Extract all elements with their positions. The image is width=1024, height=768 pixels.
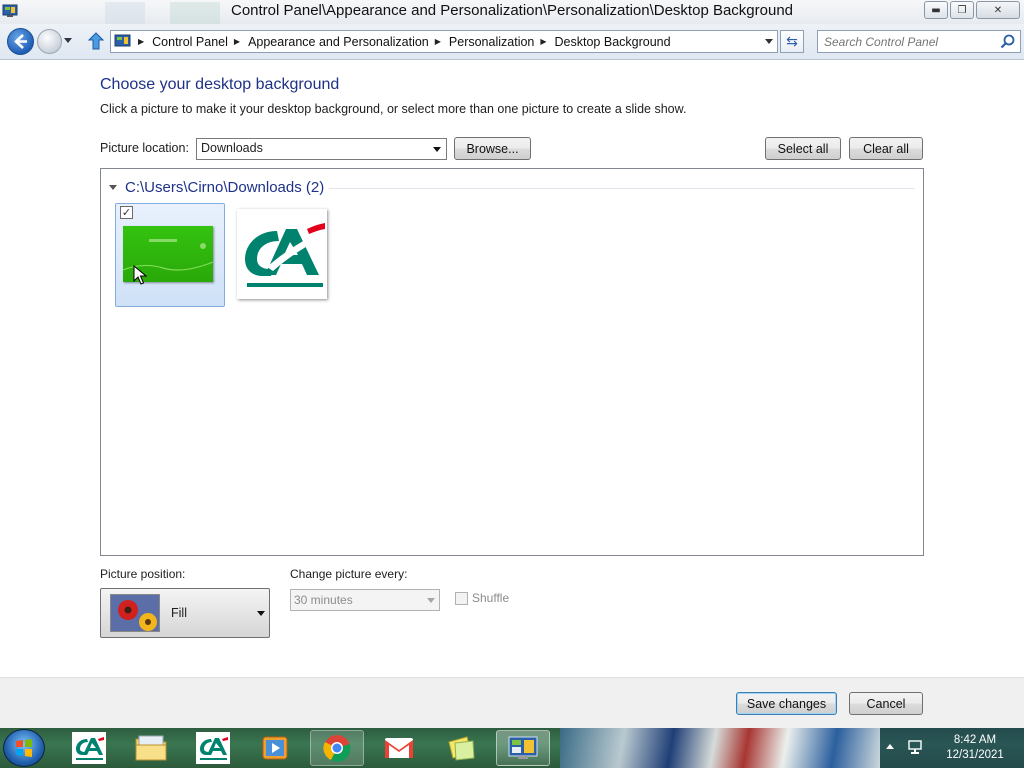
- picture-gallery[interactable]: C:\Users\Cirno\Downloads (2) ✓: [100, 168, 924, 556]
- title-bar: Control Panel\Appearance and Personaliza…: [0, 0, 1024, 24]
- network-icon[interactable]: [907, 739, 923, 755]
- credit-agricole-icon: [72, 732, 106, 764]
- address-bar[interactable]: ▶ Control Panel ▶ Appearance and Personal…: [110, 30, 778, 53]
- up-arrow-icon[interactable]: [88, 32, 104, 50]
- control-panel-icon: [508, 736, 538, 759]
- close-button[interactable]: ✕: [976, 1, 1020, 19]
- picture-location-value: Downloads: [201, 141, 263, 155]
- taskbar-chrome[interactable]: [310, 730, 364, 766]
- forward-button[interactable]: [37, 29, 62, 54]
- change-picture-interval-value: 30 minutes: [294, 593, 353, 607]
- recent-pages-dropdown[interactable]: [64, 38, 72, 43]
- shuffle-checkbox-box[interactable]: [455, 591, 468, 605]
- clock-time: 8:42 AM: [953, 734, 997, 746]
- taskbar-credit-agricole-app[interactable]: [62, 730, 116, 766]
- picture-thumbnail-ca-logo[interactable]: [237, 209, 327, 299]
- search-icon[interactable]: [1000, 34, 1015, 49]
- browse-button[interactable]: Browse...: [454, 137, 531, 160]
- taskbar-credit-agricole-app[interactable]: [186, 730, 240, 766]
- back-button[interactable]: [7, 28, 34, 55]
- position-preview-image: [110, 594, 160, 632]
- system-tray: 8:42 AM 12/31/2021: [880, 728, 1024, 768]
- clear-all-button[interactable]: Clear all: [849, 137, 923, 160]
- taskbar-control-panel[interactable]: [496, 730, 550, 766]
- chevron-down-icon: [257, 611, 265, 616]
- select-all-button[interactable]: Select all: [765, 137, 841, 160]
- group-title: C:\Users\Cirno\Downloads (2): [125, 179, 325, 196]
- search-input[interactable]: [824, 32, 999, 52]
- breadcrumb-separator-icon[interactable]: ▶: [540, 37, 546, 46]
- control-panel-icon: [114, 34, 131, 46]
- taskbar-gmail[interactable]: [372, 730, 426, 766]
- show-hidden-icons-icon[interactable]: [886, 744, 894, 749]
- navigation-bar: ▶ Control Panel ▶ Appearance and Personal…: [0, 24, 1024, 60]
- credit-agricole-icon: [196, 732, 230, 764]
- sticky-notes-icon: [448, 736, 475, 761]
- breadcrumb-personalization[interactable]: Personalization: [449, 35, 534, 49]
- page-title: Choose your desktop background: [100, 76, 340, 93]
- desktop-wallpaper-strip: [560, 728, 880, 768]
- start-button[interactable]: [3, 729, 45, 767]
- gmail-icon: [385, 738, 413, 758]
- flower-wallpaper-preview: [111, 595, 159, 631]
- taskbar-file-explorer[interactable]: [124, 730, 178, 766]
- dialog-footer: Save changes Cancel: [0, 677, 1024, 728]
- refresh-icon: ⇆: [786, 33, 798, 50]
- refresh-button[interactable]: ⇆: [780, 30, 804, 53]
- picture-position-label: Picture position:: [100, 567, 186, 581]
- picture-location-select[interactable]: Downloads: [196, 138, 447, 160]
- breadcrumb-appearance[interactable]: Appearance and Personalization: [248, 35, 429, 49]
- shuffle-label: Shuffle: [472, 591, 510, 605]
- back-arrow-icon: [14, 34, 27, 49]
- chrome-icon: [323, 735, 351, 762]
- breadcrumb-separator-icon[interactable]: ▶: [138, 37, 144, 46]
- taskbar-sticky-notes[interactable]: [434, 730, 488, 766]
- search-box[interactable]: [817, 30, 1021, 53]
- taskbar-media-player[interactable]: [248, 730, 302, 766]
- cancel-button[interactable]: Cancel: [849, 692, 923, 715]
- maximize-button[interactable]: ❐: [950, 1, 974, 19]
- windows-logo-icon: [16, 739, 32, 757]
- picture-checkbox[interactable]: ✓: [120, 206, 133, 219]
- picture-location-label: Picture location:: [100, 141, 189, 155]
- address-history-dropdown[interactable]: [765, 39, 773, 44]
- change-picture-label: Change picture every:: [290, 567, 408, 581]
- picture-position-value: Fill: [171, 606, 187, 620]
- mouse-cursor-icon: [133, 265, 147, 285]
- picture-thumbnail-green[interactable]: ✓: [115, 203, 225, 307]
- taskbar: 8:42 AM 12/31/2021: [0, 728, 1024, 768]
- group-header[interactable]: C:\Users\Cirno\Downloads (2): [109, 179, 324, 196]
- chevron-down-icon: [427, 598, 435, 603]
- save-changes-button[interactable]: Save changes: [736, 692, 837, 715]
- clock-date: 12/31/2021: [946, 749, 1004, 761]
- group-divider: [329, 188, 915, 189]
- breadcrumb-control-panel[interactable]: Control Panel: [152, 35, 228, 49]
- credit-agricole-logo: [245, 223, 325, 287]
- media-player-icon: [262, 736, 288, 760]
- clock[interactable]: 8:42 AM 12/31/2021: [930, 733, 1020, 763]
- minimize-button[interactable]: ▬: [924, 1, 948, 19]
- change-picture-interval-select[interactable]: 30 minutes: [290, 589, 440, 611]
- breadcrumb-separator-icon[interactable]: ▶: [234, 37, 240, 46]
- page-description: Click a picture to make it your desktop …: [100, 102, 687, 116]
- breadcrumb-desktop-background[interactable]: Desktop Background: [555, 35, 671, 49]
- collapse-icon[interactable]: [109, 185, 117, 190]
- breadcrumb-separator-icon[interactable]: ▶: [435, 37, 441, 46]
- chevron-down-icon: [433, 147, 441, 152]
- breadcrumb: ▶: [132, 37, 152, 46]
- picture-position-select[interactable]: Fill: [100, 588, 270, 638]
- window-title: Control Panel\Appearance and Personaliza…: [230, 2, 794, 19]
- shuffle-checkbox[interactable]: Shuffle: [455, 591, 509, 605]
- folder-icon: [135, 735, 167, 761]
